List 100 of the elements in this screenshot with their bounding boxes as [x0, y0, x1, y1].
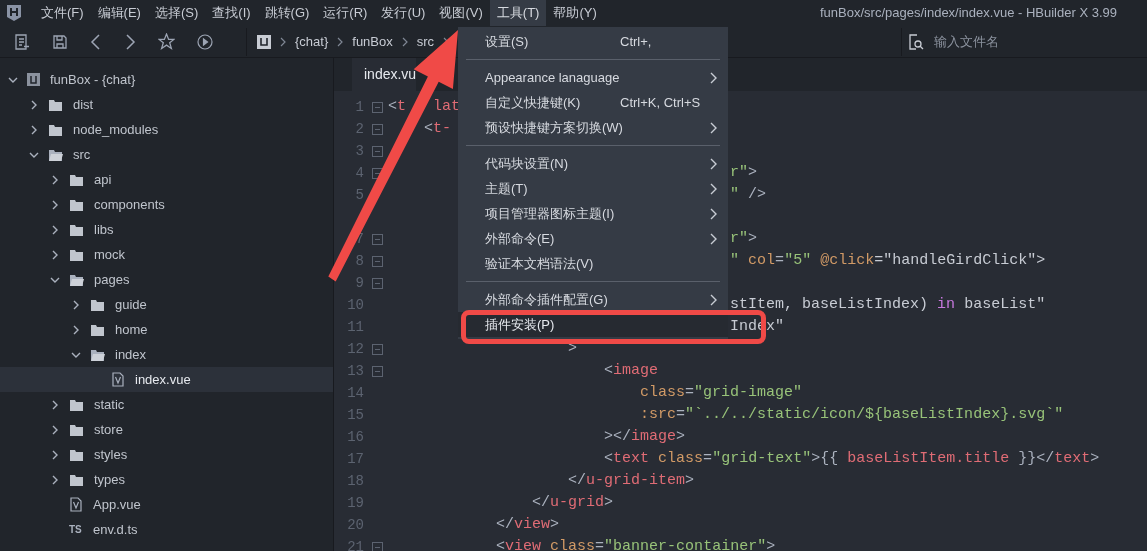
- chevron-right-icon: [279, 36, 287, 47]
- menu-item[interactable]: 查找(I): [205, 0, 258, 26]
- search-field[interactable]: 输入文件名: [901, 27, 1147, 56]
- code-text: <: [604, 448, 614, 469]
- code-text: baseListItem.title: [847, 448, 1010, 469]
- code-text: <: [388, 96, 397, 117]
- code-text: ": [730, 250, 740, 271]
- tree-item[interactable]: store: [0, 417, 333, 442]
- code-text: =: [703, 448, 713, 469]
- tree-item[interactable]: TS env.d.ts: [0, 517, 333, 542]
- code-text: stItem, baseListIndex): [730, 294, 930, 315]
- tree-item[interactable]: dist: [0, 92, 333, 117]
- project-icon: [27, 73, 40, 86]
- menu-item[interactable]: 文件(F): [34, 0, 91, 26]
- code-text: image: [631, 426, 677, 447]
- code-text: text: [613, 448, 650, 469]
- menu-option[interactable]: 项目管理器图标主题(I): [458, 201, 728, 226]
- code-text: }}</: [1018, 448, 1055, 469]
- code-text: class: [550, 536, 596, 551]
- tree-item[interactable]: node_modules: [0, 117, 333, 142]
- code-text: =: [676, 404, 686, 425]
- folder-icon: [48, 122, 63, 137]
- search-icon: [908, 33, 924, 50]
- line-number: 1: [354, 97, 364, 117]
- tree-item[interactable]: index: [0, 342, 333, 367]
- menu-item[interactable]: 帮助(Y): [546, 0, 604, 26]
- menu-option[interactable]: 设置(S) Ctrl+,: [458, 29, 728, 54]
- menu-item[interactable]: 跳转(G): [257, 0, 317, 26]
- vue-file-icon: [69, 497, 83, 512]
- tree-item[interactable]: App.vue: [0, 492, 333, 517]
- tree-item[interactable]: styles: [0, 442, 333, 467]
- menu-item[interactable]: 发行(U): [374, 0, 433, 26]
- run-icon[interactable]: [197, 33, 213, 50]
- menu-option[interactable]: 主题(T): [458, 176, 728, 201]
- menu-option[interactable]: 外部命令插件配置(G): [458, 287, 728, 312]
- code-text: >: [766, 536, 776, 551]
- code-text: @click: [820, 250, 875, 271]
- code-text: image: [613, 360, 659, 381]
- line-number: 11: [346, 317, 364, 337]
- menu-option[interactable]: Appearance lanaguage: [458, 65, 728, 90]
- code-text: =: [685, 382, 695, 403]
- shortcut-text: Ctrl+K, Ctrl+S: [620, 93, 701, 112]
- tree-item[interactable]: libs: [0, 217, 333, 242]
- line-number: 18: [346, 471, 364, 491]
- tree-item[interactable]: types: [0, 467, 333, 492]
- folder-icon: [90, 297, 105, 312]
- tree-item[interactable]: src: [0, 142, 333, 167]
- code-text: >: [550, 514, 560, 535]
- menu-option[interactable]: 验证本文档语法(V): [458, 251, 728, 276]
- code-text: ="handleGirdClick">: [874, 250, 1046, 271]
- tree-item[interactable]: api: [0, 167, 333, 192]
- tree-item[interactable]: components: [0, 192, 333, 217]
- menu-item[interactable]: 编辑(E): [90, 0, 148, 26]
- folder-icon: [69, 422, 84, 437]
- folder-icon: [69, 447, 84, 462]
- new-file-icon[interactable]: [14, 33, 30, 50]
- tree-item[interactable]: static: [0, 392, 333, 417]
- code-text: :src: [640, 404, 677, 425]
- menu-option[interactable]: 外部命令(E): [458, 226, 728, 251]
- code-text: >: [604, 492, 614, 513]
- window-title: funBox/src/pages/index/index.vue - HBuilder X 3.99: [820, 4, 1118, 23]
- vue-file-icon: [111, 372, 125, 387]
- open-folder-icon: [69, 272, 85, 287]
- forward-icon[interactable]: [124, 33, 136, 50]
- menu-option[interactable]: 代码块设置(N): [458, 151, 728, 176]
- code-text: "`../../static/icon/${baseListIndex}.svg`": [685, 404, 1064, 425]
- tree-item[interactable]: mock: [0, 242, 333, 267]
- line-number: 2: [354, 119, 364, 139]
- code-text: </: [532, 492, 551, 513]
- tree-item[interactable]: pages: [0, 267, 333, 292]
- shortcut-text: Ctrl+,: [620, 32, 652, 51]
- menu-item[interactable]: 运行(R): [316, 0, 375, 26]
- line-number: 12: [346, 339, 364, 359]
- menu-item[interactable]: 视图(V): [432, 0, 490, 26]
- tree-item[interactable]: home: [0, 317, 333, 342]
- back-icon[interactable]: [90, 33, 102, 50]
- save-icon[interactable]: [52, 33, 68, 50]
- breadcrumb-item[interactable]: src: [416, 31, 435, 52]
- code-text: </: [496, 514, 515, 535]
- tree-item[interactable]: funBox - {chat}: [0, 67, 333, 92]
- line-number: 10: [346, 295, 364, 315]
- menu-option[interactable]: 自定义快捷键(K) Ctrl+K, Ctrl+S: [458, 90, 728, 115]
- line-number: 20: [346, 515, 364, 535]
- breadcrumb-item[interactable]: {chat}: [295, 31, 329, 52]
- menu-item[interactable]: 工具(T): [489, 0, 547, 26]
- menu-option[interactable]: 预设快捷键方案切换(W): [458, 115, 728, 140]
- code-text: class: [658, 448, 704, 469]
- code-text: />: [748, 184, 767, 205]
- open-folder-icon: [90, 347, 106, 362]
- code-text: r": [730, 162, 749, 183]
- code-text: >: [685, 470, 695, 491]
- tree-item[interactable]: guide: [0, 292, 333, 317]
- chevron-right-icon: [336, 36, 345, 47]
- star-icon[interactable]: [158, 33, 175, 50]
- line-number: 13: [346, 361, 364, 381]
- editor-tab[interactable]: index.vu: [352, 58, 417, 91]
- breadcrumb-item[interactable]: funBox: [352, 31, 393, 52]
- line-number: 4: [354, 163, 364, 183]
- tree-item[interactable]: index.vue: [0, 367, 333, 392]
- menu-item[interactable]: 选择(S): [147, 0, 206, 26]
